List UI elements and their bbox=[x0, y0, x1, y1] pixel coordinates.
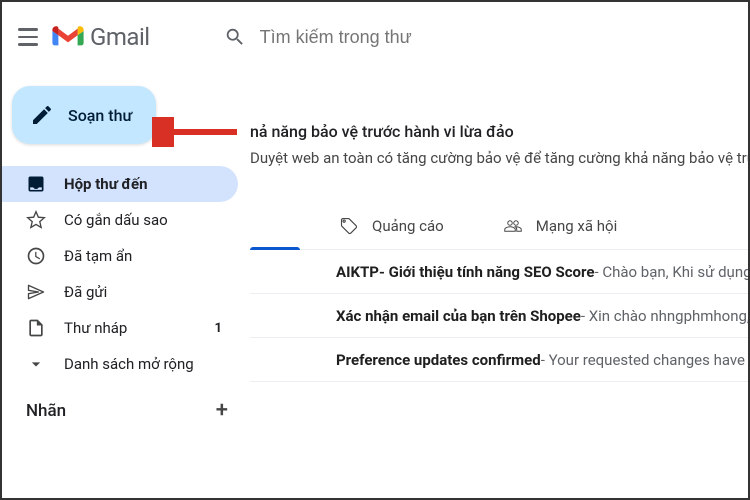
sidebar-item-label: Đã gửi bbox=[64, 283, 222, 301]
safety-banner: nả năng bảo vệ trước hành vi lừa đảo Duy… bbox=[250, 122, 748, 179]
main-content: nả năng bảo vệ trước hành vi lừa đảo Duy… bbox=[250, 72, 748, 422]
tab-promotions[interactable]: Quảng cáo bbox=[300, 203, 464, 249]
drafts-count: 1 bbox=[215, 321, 222, 336]
sidebar-item-label: Có gắn dấu sao bbox=[64, 211, 222, 229]
gmail-m-icon bbox=[52, 25, 84, 49]
search-input[interactable] bbox=[260, 27, 718, 48]
email-row[interactable]: Preference updates confirmed - Your requ… bbox=[250, 338, 748, 382]
file-icon bbox=[26, 318, 46, 338]
sidebar-item-drafts[interactable]: Thư nháp 1 bbox=[2, 310, 238, 346]
add-label-button[interactable]: + bbox=[216, 400, 228, 422]
labels-heading: Nhãn + bbox=[2, 382, 250, 422]
menu-icon[interactable] bbox=[16, 25, 40, 49]
sidebar-item-more[interactable]: Danh sách mở rộng bbox=[2, 346, 238, 382]
sidebar-item-label: Hộp thư đến bbox=[64, 175, 222, 193]
inbox-icon bbox=[26, 174, 46, 194]
clock-icon bbox=[26, 246, 46, 266]
email-subject: AIKTP- Giới thiệu tính năng SEO Score bbox=[336, 263, 594, 281]
banner-subtitle: Duyệt web an toàn có tăng cường bảo vệ đ… bbox=[250, 149, 748, 167]
tab-label: Mạng xã hội bbox=[536, 217, 617, 235]
email-subject: Xác nhận email của bạn trên Shopee bbox=[336, 307, 581, 325]
sidebar-item-sent[interactable]: Đã gửi bbox=[2, 274, 238, 310]
sidebar-item-snoozed[interactable]: Đã tạm ẩn bbox=[2, 238, 238, 274]
people-icon bbox=[504, 217, 522, 235]
pencil-icon bbox=[30, 103, 54, 127]
sidebar: Soạn thư Hộp thư đến Có gắn dấu sao Đã t… bbox=[2, 72, 250, 422]
compose-label: Soạn thư bbox=[68, 106, 132, 125]
sidebar-item-label: Đã tạm ẩn bbox=[64, 247, 222, 265]
email-row[interactable]: Xác nhận email của bạn trên Shopee - Xin… bbox=[250, 294, 748, 338]
email-subject: Preference updates confirmed bbox=[336, 351, 541, 369]
banner-title: nả năng bảo vệ trước hành vi lừa đảo bbox=[250, 122, 748, 141]
search-bar[interactable] bbox=[210, 14, 732, 60]
gmail-logo[interactable]: Gmail bbox=[52, 23, 150, 51]
tab-primary[interactable] bbox=[250, 203, 300, 249]
sidebar-item-label: Danh sách mở rộng bbox=[64, 355, 222, 373]
tab-social[interactable]: Mạng xã hội bbox=[464, 203, 637, 249]
category-tabs: Quảng cáo Mạng xã hội bbox=[250, 203, 748, 250]
compose-button[interactable]: Soạn thư bbox=[12, 86, 156, 144]
email-snippet: - Xin chào nhngphmhong, Vui lòng bbox=[581, 307, 748, 325]
tag-icon bbox=[340, 217, 358, 235]
app-name: Gmail bbox=[90, 23, 150, 51]
star-icon bbox=[26, 210, 46, 230]
email-row[interactable]: AIKTP- Giới thiệu tính năng SEO Score - … bbox=[250, 250, 748, 294]
sidebar-item-starred[interactable]: Có gắn dấu sao bbox=[2, 202, 238, 238]
chevron-down-icon bbox=[26, 354, 46, 374]
search-container bbox=[210, 14, 732, 60]
labels-title: Nhãn bbox=[26, 401, 66, 421]
search-icon bbox=[224, 26, 246, 48]
email-snippet: - Your requested changes have been ma bbox=[541, 351, 748, 369]
header: Gmail bbox=[2, 2, 748, 72]
sidebar-item-inbox[interactable]: Hộp thư đến bbox=[2, 166, 238, 202]
send-icon bbox=[26, 282, 46, 302]
email-list: AIKTP- Giới thiệu tính năng SEO Score - … bbox=[250, 250, 748, 382]
tab-label: Quảng cáo bbox=[372, 217, 444, 235]
email-snippet: - Chào bạn, Khi sử dụng AI viết b bbox=[594, 263, 748, 281]
sidebar-item-label: Thư nháp bbox=[64, 319, 197, 337]
